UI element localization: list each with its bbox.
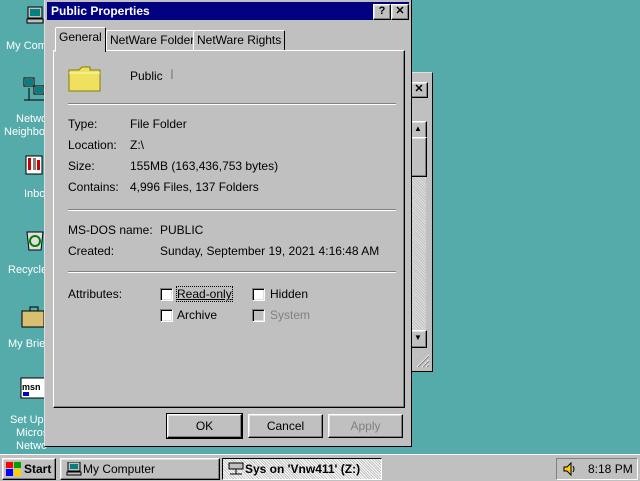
taskbar-item-label: Sys on 'Vnw411' (Z:) [245,462,361,476]
system-label: System [270,308,311,322]
msn-icon: msn [20,377,46,399]
created-value: Sunday, September 19, 2021 4:16:48 AM [160,244,380,258]
background-close-button[interactable]: ✕ [410,82,428,98]
resize-grip-icon[interactable] [414,352,430,368]
start-button[interactable]: Start [2,458,56,480]
dialog-title: Public Properties [51,4,150,18]
size-value: 155MB (163,436,753 bytes) [130,159,279,173]
location-value: Z:\ [130,138,144,152]
taskbar-item-sys-on-vnw411[interactable]: Sys on 'Vnw411' (Z:) [222,458,382,480]
properties-dialog: Public Properties ? ✕ General NetWare Fo… [44,0,412,447]
tab-netware-folder[interactable]: NetWare Folder [106,30,199,51]
msdos-name-label: MS-DOS name: [68,223,153,237]
separator [68,103,396,105]
tab-netware-rights[interactable]: NetWare Rights [193,30,286,51]
location-label: Location: [68,138,117,152]
windows-logo-icon [6,462,21,476]
taskbar-item-label: My Computer [83,462,156,476]
read-only-checkbox[interactable] [160,288,173,301]
network-drive-icon [228,462,244,475]
folder-name: Public [130,69,163,83]
type-label: Type: [68,117,98,131]
svg-text:msn: msn [22,382,41,392]
separator [68,271,396,273]
cancel-button[interactable]: Cancel [248,414,323,438]
tab-general[interactable]: General [55,27,106,52]
attributes-label: Attributes: [68,287,123,301]
read-only-label[interactable]: Read-only [176,286,233,302]
briefcase-icon [21,306,45,328]
close-button[interactable]: ✕ [391,4,409,20]
start-label: Start [24,462,52,476]
system-checkbox [252,309,265,322]
hidden-checkbox[interactable] [252,288,265,301]
my-computer-icon [26,6,44,24]
msdos-name-value: PUBLIC [160,223,204,237]
general-tab-panel: Public I Type: File Folder Location: Z:\… [53,50,405,408]
clock[interactable]: 8:18 PM [588,459,633,479]
text-cursor-icon: I [170,66,174,82]
contains-label: Contains: [68,180,119,194]
my-computer-icon [66,462,82,476]
taskbar-item-my-computer[interactable]: My Computer [60,458,220,480]
system-tray: 8:18 PM [556,458,638,480]
speaker-icon[interactable] [562,461,578,477]
created-label: Created: [68,244,115,258]
size-label: Size: [68,159,95,173]
hidden-label[interactable]: Hidden [270,287,308,301]
ok-button[interactable]: OK [166,413,243,439]
help-button[interactable]: ? [373,4,391,20]
apply-button: Apply [328,414,403,438]
archive-checkbox[interactable] [160,309,173,322]
archive-label[interactable]: Archive [177,308,217,322]
taskbar: Start My Computer Sys on 'Vnw411' (Z:) 8… [0,454,640,481]
separator [68,209,396,211]
contains-value: 4,996 Files, 137 Folders [130,180,259,194]
dialog-titlebar[interactable]: Public Properties ? ✕ [47,2,409,20]
folder-icon [68,66,101,92]
type-value: File Folder [130,117,187,131]
